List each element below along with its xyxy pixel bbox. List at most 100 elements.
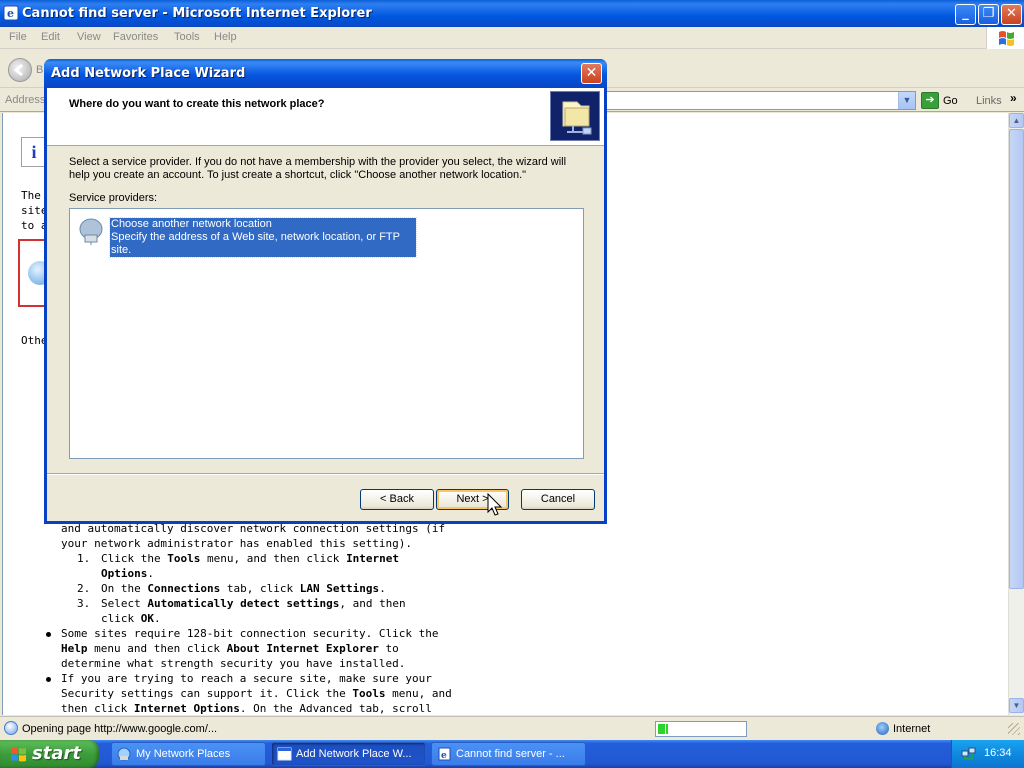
service-providers-label: Service providers: [69, 192, 158, 204]
network-status-icon[interactable] [961, 746, 976, 761]
provider-item-other-location[interactable]: Choose another network location Specify … [76, 215, 417, 258]
body-line: Options. [101, 567, 154, 580]
taskbar: start My Network Places Add Network Plac… [0, 740, 1024, 768]
window-icon [277, 747, 292, 761]
text: menu, and then click [200, 552, 347, 565]
menu-help[interactable]: Help [214, 31, 237, 43]
network-folder-icon [550, 91, 600, 141]
service-providers-list[interactable]: Choose another network location Specify … [69, 208, 584, 459]
links-chevron-icon[interactable]: » [1010, 91, 1017, 105]
step-number: 1. [77, 552, 91, 565]
security-zone: Internet [893, 723, 931, 735]
body-line: determine what strength security you hav… [61, 657, 405, 670]
start-button[interactable]: start [0, 740, 99, 768]
menu-tools[interactable]: Tools [174, 31, 200, 43]
wizard-header: Where do you want to create this network… [47, 88, 604, 146]
text: menu and then click [87, 642, 227, 655]
menu-favorites[interactable]: Favorites [113, 31, 158, 43]
status-text: Opening page http://www.google.com/... [22, 723, 218, 735]
svg-text:e: e [441, 751, 447, 761]
restore-button[interactable]: ❐ [978, 4, 999, 25]
text: Select [101, 597, 148, 610]
menu-bar: File Edit View Favorites Tools Help [0, 27, 1024, 49]
bold-text: LAN Settings [299, 582, 380, 595]
ie-page-icon: e [438, 747, 451, 761]
menu-edit[interactable]: Edit [41, 31, 60, 43]
scroll-up-button[interactable]: ▲ [1009, 113, 1024, 128]
task-label: Add Network Place W... [296, 748, 412, 760]
progress-bar [655, 721, 747, 737]
menu-view[interactable]: View [77, 31, 101, 43]
bold-text: Tools [167, 552, 201, 565]
text: determine what strength security you hav… [61, 657, 406, 670]
bullet-icon [46, 632, 51, 637]
address-dropdown-button[interactable]: ▼ [898, 92, 915, 109]
text: click [101, 612, 141, 625]
body-line: Some sites require 128-bit connection se… [61, 627, 439, 640]
bold-text: Options [101, 567, 148, 580]
bold-text: About Internet Explorer [226, 642, 379, 655]
dialog-close-button[interactable]: ✕ [581, 63, 602, 84]
network-places-icon [117, 747, 131, 761]
task-my-network-places[interactable]: My Network Places [111, 742, 266, 766]
task-add-network-place-wizard[interactable]: Add Network Place W... [271, 742, 426, 766]
ie-title: Cannot find server - Microsoft Internet … [22, 6, 372, 21]
back-button[interactable]: < Back [360, 489, 434, 510]
close-button[interactable]: ✕ [1001, 4, 1022, 25]
scroll-thumb[interactable] [1009, 129, 1024, 589]
dialog-separator [47, 473, 604, 475]
mouse-cursor-icon [487, 493, 503, 516]
go-button[interactable]: Go [943, 95, 958, 107]
body-line: click OK. [101, 612, 161, 625]
bold-text: Connections [147, 582, 221, 595]
start-label: start [32, 743, 81, 764]
text: . [154, 612, 161, 625]
dialog-title: Add Network Place Wizard [51, 66, 246, 81]
back-button[interactable] [8, 58, 32, 82]
menu-file[interactable]: File [9, 31, 27, 43]
text: Click the [101, 552, 168, 565]
clock[interactable]: 16:34 [984, 747, 1012, 759]
address-label: Address [5, 94, 46, 106]
links-label[interactable]: Links [976, 95, 1002, 107]
cancel-button[interactable]: Cancel [521, 489, 595, 510]
text: . On the Advanced tab, scroll [239, 702, 432, 715]
text: , and then [339, 597, 406, 610]
bold-text: Automatically detect settings [147, 597, 340, 610]
provider-text: Choose another network location Specify … [109, 217, 417, 258]
vertical-scrollbar[interactable]: ▲ ▼ [1008, 113, 1024, 715]
body-line: Security settings can support it. Click … [61, 687, 452, 700]
text: . [147, 567, 154, 580]
dialog-titlebar[interactable]: Add Network Place Wizard ✕ [44, 59, 607, 88]
bold-text: Internet Options [133, 702, 240, 715]
network-location-icon [79, 218, 103, 245]
body-line: On the Connections tab, click LAN Settin… [101, 582, 386, 595]
arrow-left-icon [13, 63, 23, 77]
minimize-button[interactable]: _ [955, 4, 976, 25]
bold-text: Help [61, 642, 88, 655]
progress-fill [658, 724, 669, 734]
resize-grip[interactable] [1008, 723, 1020, 735]
scroll-down-button[interactable]: ▼ [1009, 698, 1024, 713]
add-network-place-wizard: Add Network Place Wizard ✕ Where do you … [44, 59, 607, 524]
bold-text: OK [140, 612, 154, 625]
provider-detail: Specify the address of a Web site, netwo… [111, 231, 400, 256]
body-line: then click Internet Options. On the Adva… [61, 702, 432, 715]
body-line: Click the Tools menu, and then click Int… [101, 552, 399, 565]
text: Security settings can support it. Click … [61, 687, 353, 700]
bullet-icon [46, 677, 51, 682]
ie-titlebar[interactable]: e Cannot find server - Microsoft Interne… [0, 0, 1024, 27]
text: . [379, 582, 386, 595]
text: If you are trying to reach a secure site… [61, 672, 432, 685]
step-number: 3. [77, 597, 91, 610]
svg-text:e: e [7, 7, 14, 20]
text: menu, and [385, 687, 452, 700]
go-arrow-icon[interactable]: ➔ [921, 92, 939, 109]
page-loading-icon [4, 721, 18, 735]
text: On the [101, 582, 148, 595]
ie-icon: e [3, 5, 19, 21]
body-line: Help menu and then click About Internet … [61, 642, 399, 655]
status-bar: Opening page http://www.google.com/... I… [0, 716, 1024, 740]
provider-name: Choose another network location [111, 218, 272, 230]
task-cannot-find-server[interactable]: e Cannot find server - ... [431, 742, 586, 766]
